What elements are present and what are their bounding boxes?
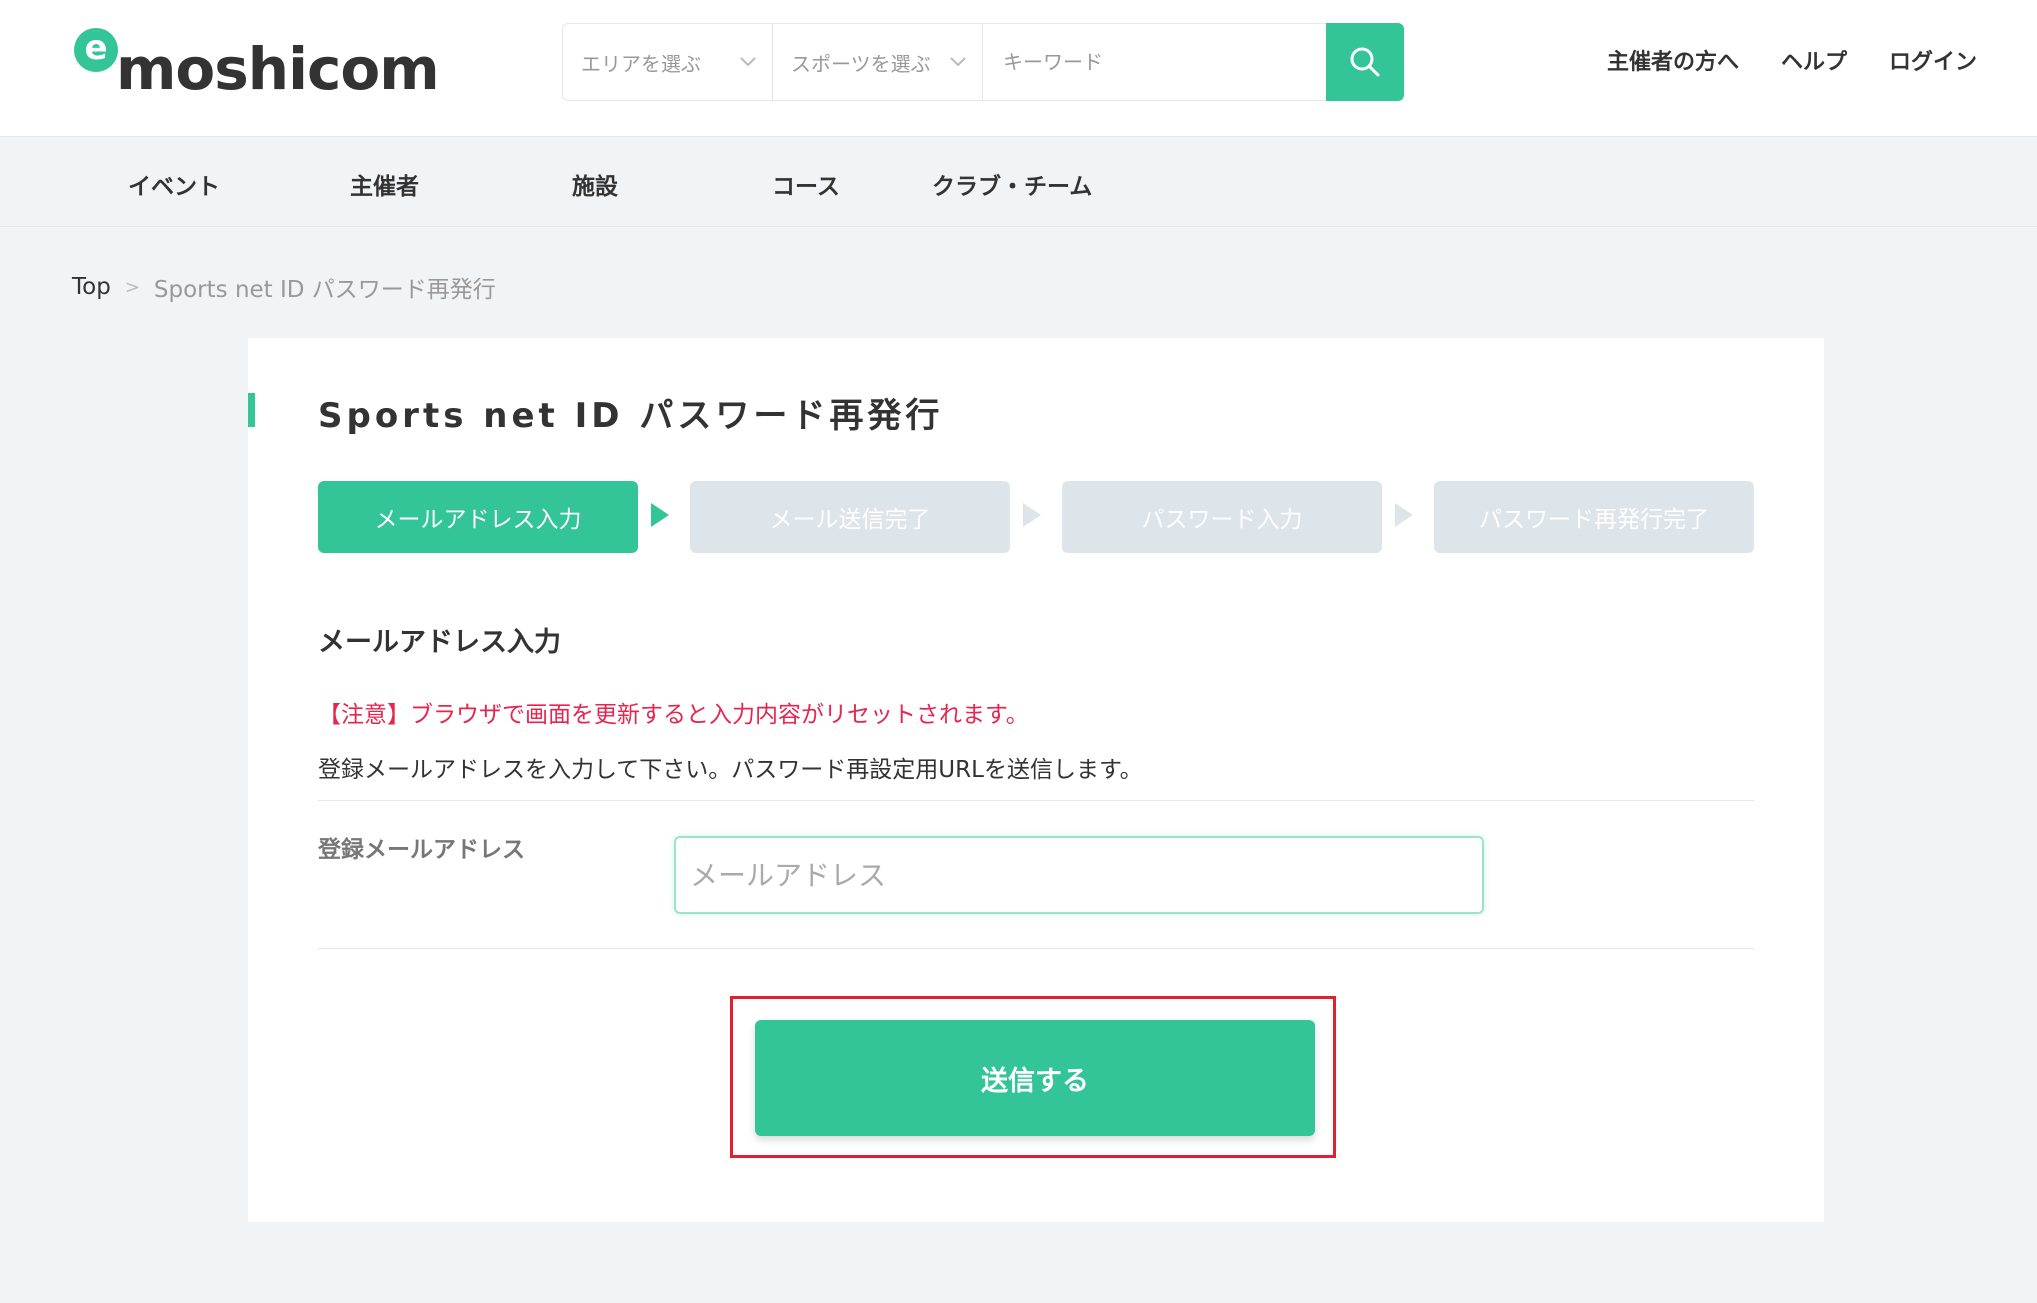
nav-item-facilities[interactable]: 施設 — [572, 167, 618, 201]
area-select[interactable]: エリアを選ぶ — [563, 24, 773, 100]
step-email-input: メールアドレス入力 — [318, 481, 638, 553]
chevron-down-icon — [740, 57, 756, 67]
keyword-input[interactable] — [985, 24, 1325, 100]
area-select-label: エリアを選ぶ — [581, 51, 701, 76]
warning-text: 【注意】ブラウザで画面を更新すると入力内容がリセットされます。 — [318, 702, 1029, 728]
section-title: メールアドレス入力 — [318, 627, 561, 658]
step-mail-sent: メール送信完了 — [690, 481, 1010, 553]
chevron-down-icon — [950, 57, 966, 67]
step-arrow-icon — [1023, 503, 1041, 527]
step-arrow-icon — [1395, 503, 1413, 527]
main-nav: イベント 主催者 施設 コース クラブ・チーム — [0, 137, 2037, 227]
step-indicator: メールアドレス入力 メール送信完了 パスワード入力 パスワード再発行完了 — [318, 481, 1754, 553]
search-bar: エリアを選ぶ スポーツを選ぶ — [562, 23, 1404, 101]
search-icon — [1350, 47, 1380, 77]
page-title: Sports net ID パスワード再発行 — [318, 396, 944, 436]
breadcrumb-current: Sports net ID パスワード再発行 — [153, 277, 496, 303]
nav-item-clubs-teams[interactable]: クラブ・チーム — [932, 167, 1092, 201]
sport-select[interactable]: スポーツを選ぶ — [773, 24, 983, 100]
description-text: 登録メールアドレスを入力して下さい。パスワード再設定用URLを送信します。 — [318, 757, 1143, 783]
logo[interactable]: e moshicom — [74, 28, 440, 108]
nav-item-courses[interactable]: コース — [772, 167, 840, 201]
header-links: 主催者の方へ ヘルプ ログイン — [1607, 44, 1977, 76]
password-reset-card: Sports net ID パスワード再発行 メールアドレス入力 メール送信完了… — [248, 338, 1824, 1222]
header: e moshicom エリアを選ぶ スポーツを選ぶ 主催者の方へ ヘルプ ログイ… — [0, 0, 2037, 137]
breadcrumb-separator: > — [124, 276, 140, 298]
breadcrumb: Top > Sports net ID パスワード再発行 — [72, 270, 496, 304]
logo-mark: e — [74, 28, 118, 72]
login-link[interactable]: ログイン — [1889, 44, 1977, 76]
step-reissue-complete: パスワード再発行完了 — [1434, 481, 1754, 553]
logo-text: moshicom — [116, 35, 440, 103]
search-button[interactable] — [1326, 23, 1404, 101]
help-link[interactable]: ヘルプ — [1781, 44, 1847, 76]
breadcrumb-top-link[interactable]: Top — [72, 274, 111, 300]
nav-item-organizers[interactable]: 主催者 — [350, 167, 419, 201]
sport-select-label: スポーツを選ぶ — [791, 51, 931, 76]
submit-button[interactable]: 送信する — [755, 1020, 1315, 1136]
email-field-label: 登録メールアドレス — [318, 837, 525, 863]
step-arrow-icon — [651, 503, 669, 527]
step-password-input: パスワード入力 — [1062, 481, 1382, 553]
divider — [318, 800, 1754, 801]
email-field[interactable] — [674, 836, 1484, 914]
nav-item-events[interactable]: イベント — [128, 167, 220, 201]
organizer-link[interactable]: 主催者の方へ — [1607, 44, 1739, 76]
title-accent-bar — [248, 393, 255, 427]
divider — [318, 948, 1754, 949]
